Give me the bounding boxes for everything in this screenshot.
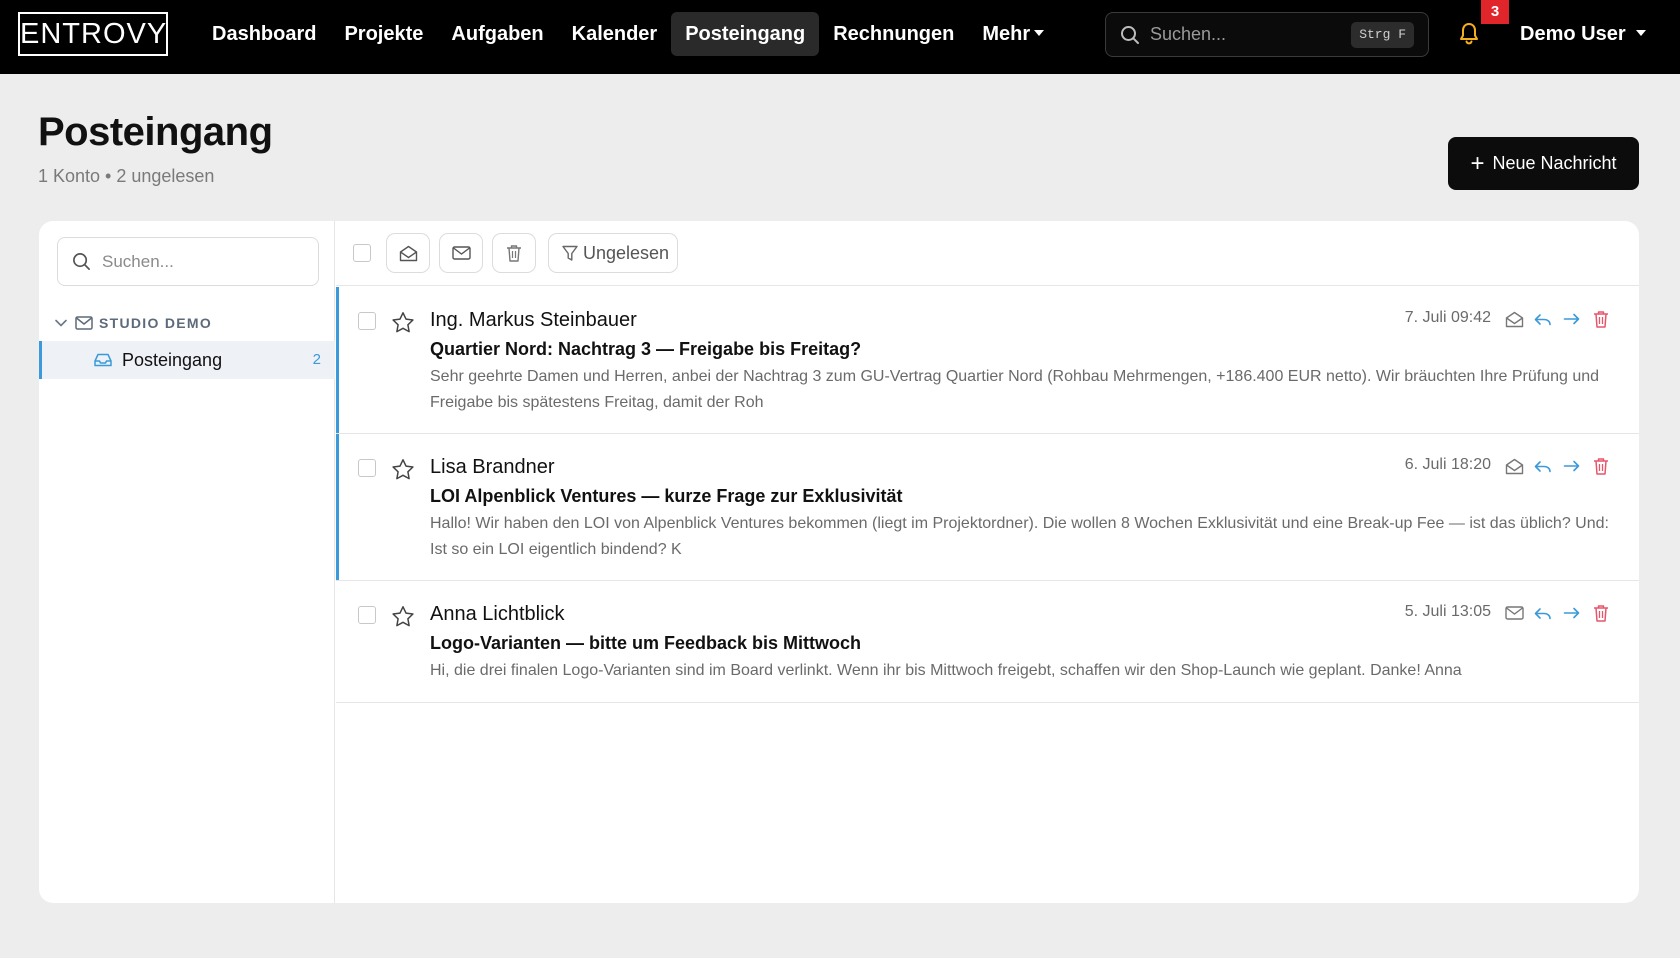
- envelope-icon: [75, 316, 93, 330]
- message-preview: Sehr geehrte Damen und Herren, anbei der…: [430, 368, 1600, 411]
- mark-read-button[interactable]: [386, 233, 430, 273]
- message-sender: Lisa Brandner: [430, 456, 555, 478]
- app-logo[interactable]: ENTROVY: [18, 12, 168, 56]
- message-row[interactable]: Ing. Markus Steinbauer Quartier Nord: Na…: [336, 287, 1639, 434]
- envelope-icon: [1504, 606, 1524, 620]
- nav-aufgaben[interactable]: Aufgaben: [437, 12, 557, 56]
- mark-read-action[interactable]: [1504, 456, 1524, 476]
- nav-mehr-dropdown[interactable]: Mehr: [968, 12, 1058, 56]
- select-all-checkbox[interactable]: [353, 244, 371, 262]
- star-icon[interactable]: [391, 311, 415, 334]
- reply-action[interactable]: [1533, 309, 1553, 329]
- message-checkbox[interactable]: [358, 606, 376, 624]
- notification-count-badge: 3: [1481, 0, 1509, 24]
- filter-label: Ungelesen: [583, 243, 670, 263]
- global-search-input[interactable]: [1150, 13, 1350, 56]
- mail-sidebar: STUDIO DEMO Posteingang 2: [39, 221, 335, 903]
- chevron-down-icon: [55, 319, 67, 327]
- delete-selected-button[interactable]: [492, 233, 536, 273]
- message-actions: [1504, 603, 1611, 623]
- inbox-icon: [94, 353, 112, 367]
- forward-action[interactable]: [1562, 603, 1582, 623]
- page-subtitle: 1 Konto • 2 ungelesen: [38, 166, 215, 186]
- envelope-icon: [451, 246, 471, 260]
- plus-icon: +: [1470, 150, 1485, 177]
- bell-icon[interactable]: [1458, 22, 1480, 46]
- forward-arrow-icon: [1563, 313, 1580, 325]
- mail-card: STUDIO DEMO Posteingang 2 Ungelesen Ing.…: [39, 221, 1639, 903]
- message-preview: Hi, die drei finalen Logo-Varianten sind…: [430, 662, 1462, 679]
- trash-icon: [507, 245, 521, 262]
- message-sender: Anna Lichtblick: [430, 603, 565, 625]
- message-checkbox[interactable]: [358, 312, 376, 330]
- user-name: Demo User: [1520, 23, 1626, 45]
- star-icon[interactable]: [391, 458, 415, 481]
- delete-action[interactable]: [1591, 603, 1611, 623]
- message-list: Ing. Markus Steinbauer Quartier Nord: Na…: [336, 287, 1639, 703]
- message-preview: Hallo! Wir haben den LOI von Alpenblick …: [430, 515, 1609, 558]
- reply-icon: [1534, 314, 1551, 326]
- star-icon[interactable]: [391, 605, 415, 628]
- search-icon: [1121, 26, 1139, 44]
- forward-action[interactable]: [1562, 309, 1582, 329]
- nav-rechnungen[interactable]: Rechnungen: [819, 12, 968, 56]
- message-actions: [1504, 309, 1611, 329]
- delete-action[interactable]: [1591, 456, 1611, 476]
- delete-action[interactable]: [1591, 309, 1611, 329]
- reply-action[interactable]: [1533, 603, 1553, 623]
- message-row[interactable]: Lisa Brandner LOI Alpenblick Ventures — …: [336, 434, 1639, 581]
- sidebar-search[interactable]: [57, 237, 319, 286]
- message-row[interactable]: Anna Lichtblick Logo-Varianten — bitte u…: [336, 581, 1639, 703]
- reply-icon: [1534, 608, 1551, 620]
- message-subject: Logo-Varianten — bitte um Feedback bis M…: [430, 633, 862, 653]
- trash-icon: [1594, 458, 1608, 475]
- new-message-label: Neue Nachricht: [1492, 153, 1617, 173]
- envelope-open-icon: [399, 245, 417, 261]
- message-sender: Ing. Markus Steinbauer: [430, 309, 637, 331]
- search-shortcut-hint: Strg F: [1351, 22, 1414, 48]
- nav-projekte[interactable]: Projekte: [330, 12, 437, 56]
- top-navbar: ENTROVY Dashboard Projekte Aufgaben Kale…: [0, 0, 1680, 74]
- message-subject: Quartier Nord: Nachtrag 3 — Freigabe bis…: [430, 339, 862, 359]
- user-menu[interactable]: Demo User: [1520, 12, 1646, 56]
- trash-icon: [1594, 605, 1608, 622]
- message-date: 6. Juli 18:20: [1404, 456, 1491, 473]
- unread-filter-button[interactable]: Ungelesen: [548, 233, 678, 273]
- page-title: Posteingang: [38, 110, 273, 154]
- main-nav: Dashboard Projekte Aufgaben Kalender Pos…: [198, 12, 1058, 56]
- mail-toolbar: Ungelesen: [336, 221, 1639, 286]
- forward-arrow-icon: [1563, 460, 1580, 472]
- message-checkbox[interactable]: [358, 459, 376, 477]
- nav-posteingang[interactable]: Posteingang: [671, 12, 820, 56]
- nav-mehr-label: Mehr: [982, 23, 1031, 45]
- filter-icon: [562, 245, 578, 261]
- message-subject: LOI Alpenblick Ventures — kurze Frage zu…: [430, 486, 903, 506]
- new-message-button[interactable]: + Neue Nachricht: [1448, 137, 1639, 190]
- sidebar-search-input[interactable]: [102, 238, 302, 285]
- account-name: STUDIO DEMO: [99, 315, 213, 331]
- envelope-open-icon: [1505, 311, 1523, 327]
- folder-unread-count: 2: [312, 351, 321, 368]
- nav-dashboard[interactable]: Dashboard: [198, 12, 330, 56]
- mark-unread-action[interactable]: [1504, 603, 1524, 623]
- forward-arrow-icon: [1563, 607, 1580, 619]
- account-toggle[interactable]: STUDIO DEMO: [55, 311, 212, 335]
- caret-down-icon: [1034, 29, 1045, 36]
- forward-action[interactable]: [1562, 456, 1582, 476]
- message-date: 5. Juli 13:05: [1404, 603, 1491, 620]
- envelope-open-icon: [1505, 458, 1523, 474]
- message-date: 7. Juli 09:42: [1404, 309, 1491, 326]
- reply-icon: [1534, 461, 1551, 473]
- search-icon: [73, 253, 90, 270]
- folder-posteingang[interactable]: Posteingang 2: [39, 341, 335, 379]
- mark-read-action[interactable]: [1504, 309, 1524, 329]
- caret-down-icon: [1635, 29, 1646, 36]
- message-actions: [1504, 456, 1611, 476]
- trash-icon: [1594, 311, 1608, 328]
- reply-action[interactable]: [1533, 456, 1553, 476]
- nav-kalender[interactable]: Kalender: [558, 12, 672, 56]
- folder-name: Posteingang: [122, 350, 223, 370]
- global-search[interactable]: Strg F: [1105, 12, 1429, 57]
- mark-unread-button[interactable]: [439, 233, 483, 273]
